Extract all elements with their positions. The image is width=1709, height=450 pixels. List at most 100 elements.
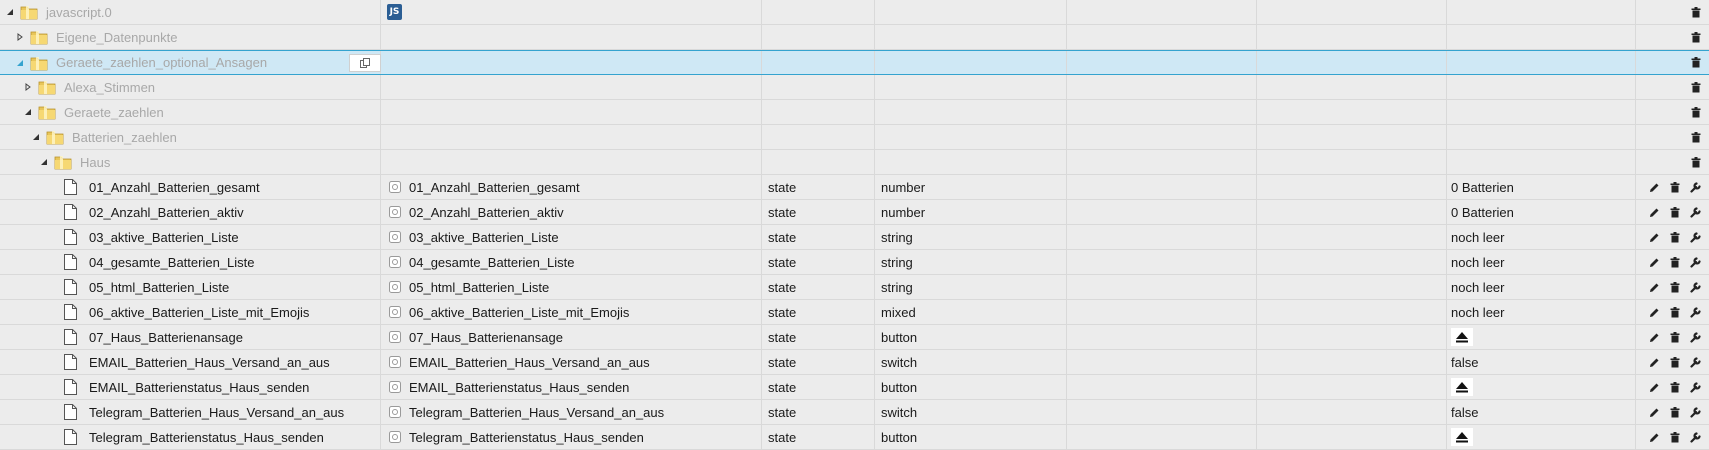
trash-icon[interactable] <box>1687 128 1705 146</box>
trash-icon[interactable] <box>1666 228 1684 246</box>
eject-icon[interactable] <box>1451 328 1473 346</box>
state-name: 01_Anzahl_Batterien_gesamt <box>409 179 580 195</box>
tree-row-folder[interactable]: Geraete_zaehlen_optional_Ansagen <box>0 50 1709 75</box>
tree-row-state[interactable]: 03_aktive_Batterien_Liste 03_aktive_Batte… <box>0 225 1709 250</box>
eject-icon[interactable] <box>1451 428 1473 446</box>
wrench-icon[interactable] <box>1687 378 1705 396</box>
actions-cell <box>1636 0 1709 24</box>
wrench-icon[interactable] <box>1687 428 1705 446</box>
trash-icon[interactable] <box>1666 278 1684 296</box>
pencil-icon[interactable] <box>1645 378 1663 396</box>
trash-icon[interactable] <box>1687 54 1705 72</box>
trash-icon[interactable] <box>1687 103 1705 121</box>
pencil-icon[interactable] <box>1645 303 1663 321</box>
pencil-icon[interactable] <box>1645 178 1663 196</box>
tree-row-state[interactable]: 06_aktive_Batterien_Liste_mit_Emojis 06_a… <box>0 300 1709 325</box>
state-name: 04_gesamte_Batterien_Liste <box>409 254 575 270</box>
document-icon <box>64 304 77 320</box>
value-cell[interactable]: noch leer <box>1447 300 1636 324</box>
state-name: 02_Anzahl_Batterien_aktiv <box>409 204 564 220</box>
role-cell <box>875 125 1067 149</box>
tree-row-folder[interactable]: Geraete_zaehlen <box>0 100 1709 125</box>
pencil-icon[interactable] <box>1645 328 1663 346</box>
wrench-icon[interactable] <box>1687 303 1705 321</box>
trash-icon[interactable] <box>1666 328 1684 346</box>
wrench-icon[interactable] <box>1687 353 1705 371</box>
tree-row-state[interactable]: 07_Haus_Batterienansage 07_Haus_Batterien… <box>0 325 1709 350</box>
trash-icon[interactable] <box>1666 203 1684 221</box>
wrench-icon[interactable] <box>1687 203 1705 221</box>
copy-icon[interactable] <box>349 54 381 72</box>
trash-icon[interactable] <box>1666 403 1684 421</box>
value-cell[interactable]: 0 Batterien <box>1447 175 1636 199</box>
value-cell[interactable]: noch leer <box>1447 275 1636 299</box>
trash-icon[interactable] <box>1666 378 1684 396</box>
pencil-icon[interactable] <box>1645 403 1663 421</box>
tree-row-state[interactable]: EMAIL_Batterien_Haus_Versand_an_aus EMAIL… <box>0 350 1709 375</box>
tree-row-state[interactable]: Telegram_Batterienstatus_Haus_senden Tele… <box>0 425 1709 450</box>
state-role: string <box>881 254 913 270</box>
expanded-toggle-icon[interactable] <box>30 131 42 143</box>
expanded-toggle-icon[interactable] <box>22 106 34 118</box>
tree-row-root[interactable]: javascript.0 JS <box>0 0 1709 25</box>
eject-icon[interactable] <box>1451 378 1473 396</box>
tree-row-state[interactable]: 01_Anzahl_Batterien_gesamt 01_Anzahl_Batt… <box>0 175 1709 200</box>
state-name-icon <box>389 431 401 443</box>
wrench-icon[interactable] <box>1687 253 1705 271</box>
pencil-icon[interactable] <box>1645 228 1663 246</box>
tree-row-folder[interactable]: Eigene_Datenpunkte <box>0 25 1709 50</box>
r1-cell <box>1067 75 1257 99</box>
trash-icon[interactable] <box>1666 178 1684 196</box>
expanded-toggle-icon[interactable] <box>38 156 50 168</box>
tree-row-state[interactable]: 04_gesamte_Batterien_Liste 04_gesamte_Bat… <box>0 250 1709 275</box>
value-cell[interactable]: 0 Batterien <box>1447 200 1636 224</box>
pencil-icon[interactable] <box>1645 428 1663 446</box>
wrench-icon[interactable] <box>1687 278 1705 296</box>
tree-row-state[interactable]: Telegram_Batterien_Haus_Versand_an_aus Te… <box>0 400 1709 425</box>
folder-label: Alexa_Stimmen <box>64 79 156 95</box>
tree-row-folder[interactable]: Alexa_Stimmen <box>0 75 1709 100</box>
trash-icon[interactable] <box>1666 303 1684 321</box>
name-cell: 06_aktive_Batterien_Liste_mit_Emojis <box>381 300 762 324</box>
id-cell: 05_html_Batterien_Liste <box>0 275 381 299</box>
function-cell <box>1257 375 1447 399</box>
state-name: Telegram_Batterienstatus_Haus_senden <box>409 429 644 445</box>
wrench-icon[interactable] <box>1687 328 1705 346</box>
pencil-icon[interactable] <box>1645 278 1663 296</box>
trash-icon[interactable] <box>1666 353 1684 371</box>
name-cell: 05_html_Batterien_Liste <box>381 275 762 299</box>
tree-row-folder[interactable]: Batterien_zaehlen <box>0 125 1709 150</box>
id-cell: Eigene_Datenpunkte <box>0 25 381 49</box>
pencil-icon[interactable] <box>1645 253 1663 271</box>
tree-row-state[interactable]: 05_html_Batterien_Liste 05_html_Batterien… <box>0 275 1709 300</box>
type-cell: state <box>762 200 875 224</box>
collapsed-toggle-icon[interactable] <box>22 81 34 93</box>
document-icon <box>64 354 77 370</box>
expanded-toggle-icon[interactable] <box>14 57 26 69</box>
tree-row-state[interactable]: 02_Anzahl_Batterien_aktiv 02_Anzahl_Batte… <box>0 200 1709 225</box>
tree-row-folder[interactable]: Haus <box>0 150 1709 175</box>
wrench-icon[interactable] <box>1687 403 1705 421</box>
trash-icon[interactable] <box>1687 153 1705 171</box>
tree-row-state[interactable]: EMAIL_Batterienstatus_Haus_senden EMAIL_B… <box>0 375 1709 400</box>
expanded-toggle-icon[interactable] <box>4 6 16 18</box>
value-cell[interactable]: noch leer <box>1447 250 1636 274</box>
value-cell[interactable]: noch leer <box>1447 225 1636 249</box>
value-cell[interactable]: false <box>1447 400 1636 424</box>
room-cell <box>1067 275 1257 299</box>
role-cell: string <box>875 250 1067 274</box>
value-cell[interactable]: false <box>1447 350 1636 374</box>
trash-icon[interactable] <box>1687 28 1705 46</box>
val-cell <box>1447 51 1636 74</box>
trash-icon[interactable] <box>1666 253 1684 271</box>
wrench-icon[interactable] <box>1687 228 1705 246</box>
trash-icon[interactable] <box>1687 78 1705 96</box>
actions-cell <box>1636 375 1709 399</box>
collapsed-toggle-icon[interactable] <box>14 31 26 43</box>
pencil-icon[interactable] <box>1645 203 1663 221</box>
wrench-icon[interactable] <box>1687 178 1705 196</box>
trash-icon[interactable] <box>1687 3 1705 21</box>
pencil-icon[interactable] <box>1645 353 1663 371</box>
role-cell: switch <box>875 400 1067 424</box>
trash-icon[interactable] <box>1666 428 1684 446</box>
